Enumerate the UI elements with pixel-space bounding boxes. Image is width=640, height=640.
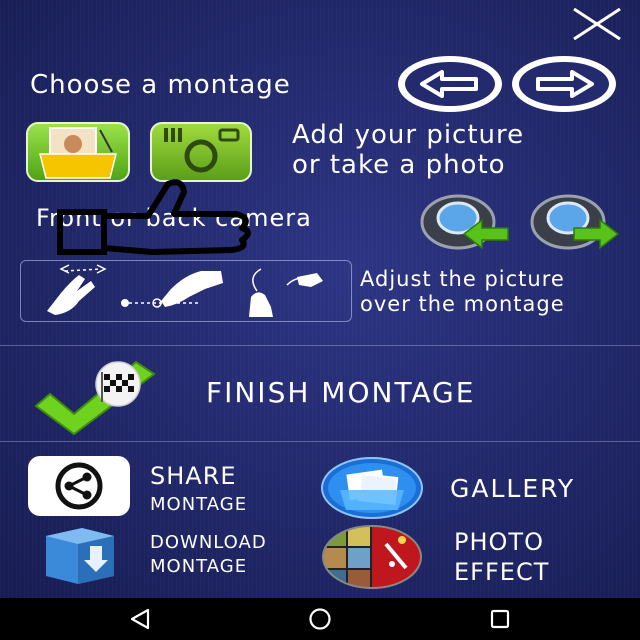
share-montage-button[interactable]: SHARE MONTAGE xyxy=(28,456,308,518)
divider-bottom xyxy=(0,441,640,442)
share-icon xyxy=(55,462,103,510)
gallery-label: GALLERY xyxy=(450,474,576,503)
take-photo-button[interactable] xyxy=(150,122,252,182)
adjust-line2: over the montage xyxy=(360,292,565,316)
share-icon-tile xyxy=(28,456,130,516)
nav-back-button[interactable] xyxy=(100,598,180,640)
download-box-icon xyxy=(46,528,114,584)
photo-effect-label-line1: PHOTO xyxy=(454,528,544,556)
gesture-icons xyxy=(47,264,323,317)
download-label-line2: MONTAGE xyxy=(150,556,248,577)
previous-montage-button[interactable] xyxy=(398,56,502,112)
photo-effect-button[interactable]: PHOTO EFFECT xyxy=(320,524,630,590)
finish-montage-label: FINISH MONTAGE xyxy=(206,376,476,409)
share-label-line1: SHARE xyxy=(150,462,237,490)
gestures-panel xyxy=(20,260,352,322)
adjust-line1: Adjust the picture xyxy=(360,267,565,291)
close-icon xyxy=(573,7,621,41)
download-label-line1: DOWNLOAD xyxy=(150,532,267,553)
add-picture-line2: or take a photo xyxy=(292,150,506,180)
folder-photo-icon xyxy=(39,127,117,179)
gallery-folder-icon xyxy=(321,457,423,519)
home-circle-icon xyxy=(309,608,331,630)
switch-camera-icon xyxy=(530,194,620,250)
back-triangle-icon xyxy=(130,608,150,630)
thumbs-up-icon xyxy=(57,179,251,255)
gallery-button[interactable]: GALLERY xyxy=(320,456,630,520)
choose-montage-label: Choose a montage xyxy=(30,70,291,100)
finish-montage-button[interactable]: FINISH MONTAGE xyxy=(0,346,640,440)
arrow-left-icon xyxy=(420,70,478,98)
next-montage-button[interactable] xyxy=(512,56,616,112)
camera-icon xyxy=(164,128,240,173)
share-label-line2: MONTAGE xyxy=(150,494,248,515)
navigation-bar xyxy=(0,598,640,640)
front-camera-button[interactable] xyxy=(416,192,512,252)
checkmark-flag-icon xyxy=(34,360,156,436)
switch-camera-icon xyxy=(420,194,509,250)
add-picture-line1: Add your picture xyxy=(292,120,525,150)
arrow-right-icon xyxy=(536,70,594,98)
close-button[interactable] xyxy=(570,6,626,42)
montage-help-screen: Choose a montage Add your picture or tak… xyxy=(0,0,640,598)
recents-square-icon xyxy=(490,609,510,629)
nav-recents-button[interactable] xyxy=(460,598,540,640)
download-montage-button[interactable]: DOWNLOAD MONTAGE xyxy=(32,526,322,588)
back-camera-button[interactable] xyxy=(526,192,622,252)
photo-effect-icon xyxy=(322,525,422,589)
nav-home-button[interactable] xyxy=(280,598,360,640)
photo-effect-label-line2: EFFECT xyxy=(454,558,550,586)
pick-picture-button[interactable] xyxy=(26,122,130,182)
